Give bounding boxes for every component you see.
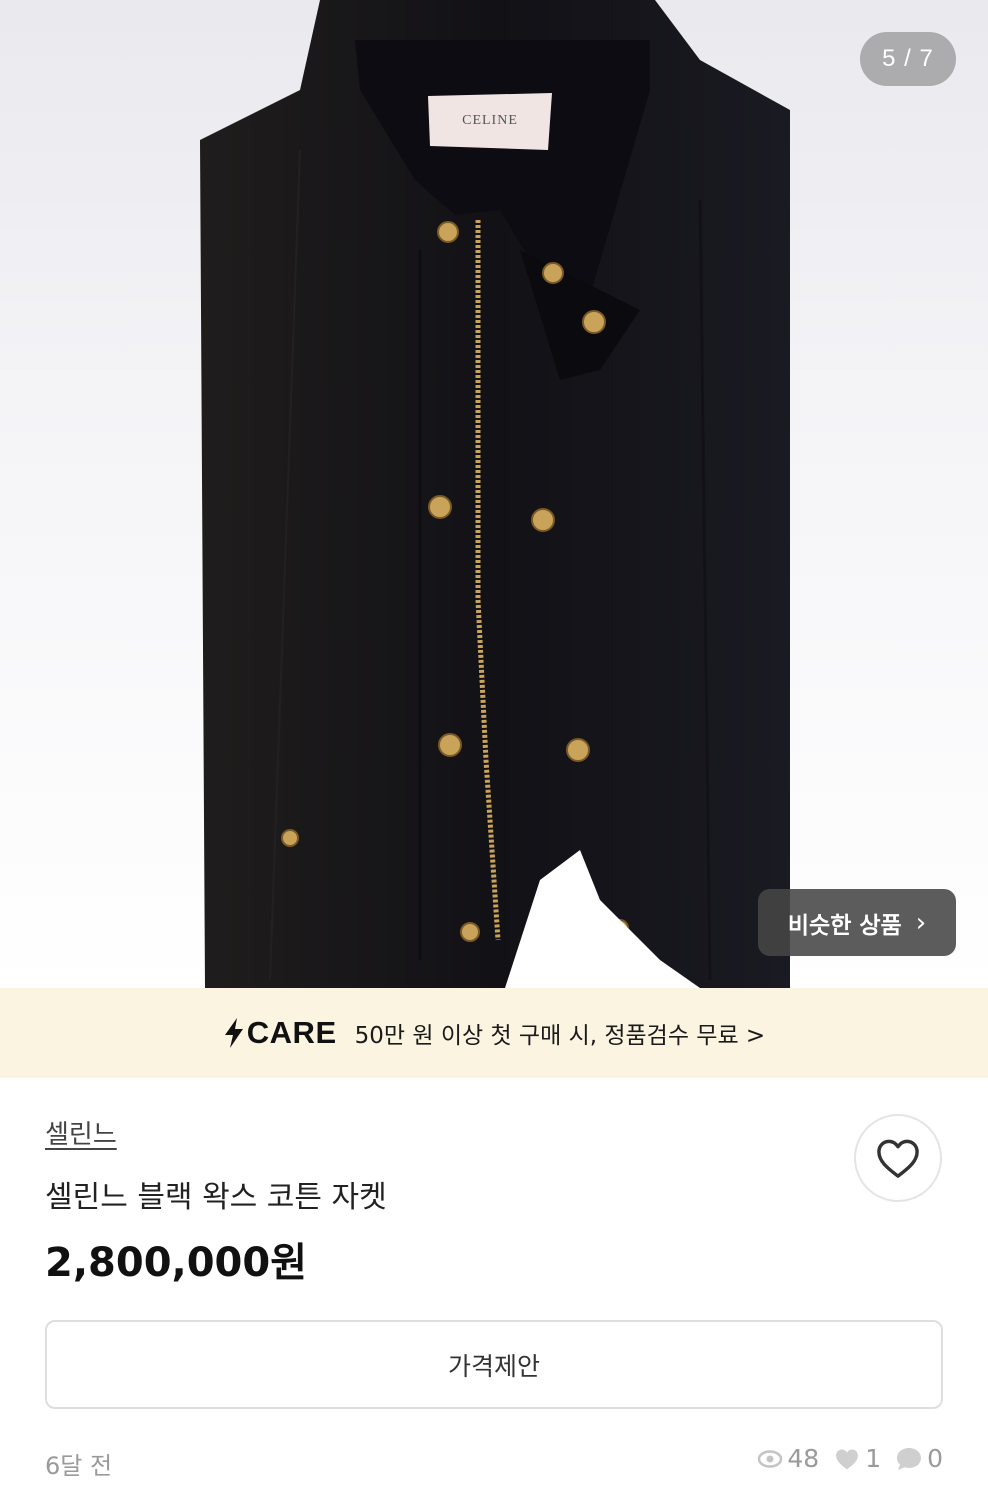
chats-stat: 0 [895, 1444, 943, 1473]
heart-icon [877, 1139, 919, 1178]
product-price: 2,800,000원 [45, 1240, 308, 1286]
similar-products-button[interactable]: 비슷한 상품 › [758, 889, 956, 956]
care-logo: CARE [223, 1015, 337, 1051]
care-logo-text: CARE [246, 1015, 337, 1050]
product-title: 셀린느 블랙 왁스 코튼 자켓 [45, 1180, 387, 1215]
likes-stat: 1 [833, 1444, 881, 1473]
care-banner-text: 50만 원 이상 첫 구매 시, 정품검수 무료 > [354, 1023, 766, 1049]
similar-products-label: 비슷한 상품 [787, 912, 902, 939]
product-stats: 48 1 0 [757, 1444, 943, 1473]
brand-link[interactable]: 셀린느 [45, 1114, 117, 1151]
price-offer-button[interactable]: 가격제안 [45, 1320, 943, 1409]
heart-small-icon [836, 1449, 859, 1469]
care-authentication-banner[interactable]: CARE 50만 원 이상 첫 구매 시, 정품검수 무료 > [0, 988, 988, 1078]
jacket-photo: CELINE [200, 0, 790, 988]
eye-icon [758, 1449, 783, 1468]
posted-time: 6달 전 [45, 1452, 113, 1480]
image-counter: 5 / 7 [860, 32, 956, 86]
product-image-gallery[interactable]: CELINE 5 / 7 비슷한 상품 › [0, 0, 988, 988]
views-count: 48 [787, 1444, 820, 1473]
chats-count: 0 [927, 1444, 943, 1473]
chat-bubble-icon [897, 1447, 922, 1470]
likes-count: 1 [865, 1444, 882, 1473]
brand-label: CELINE [428, 93, 552, 150]
svg-text:CELINE: CELINE [462, 113, 518, 128]
lightning-icon [224, 1018, 243, 1048]
wishlist-button[interactable] [854, 1114, 942, 1202]
views-stat: 48 [757, 1444, 819, 1473]
chevron-right-icon: › [915, 907, 927, 938]
